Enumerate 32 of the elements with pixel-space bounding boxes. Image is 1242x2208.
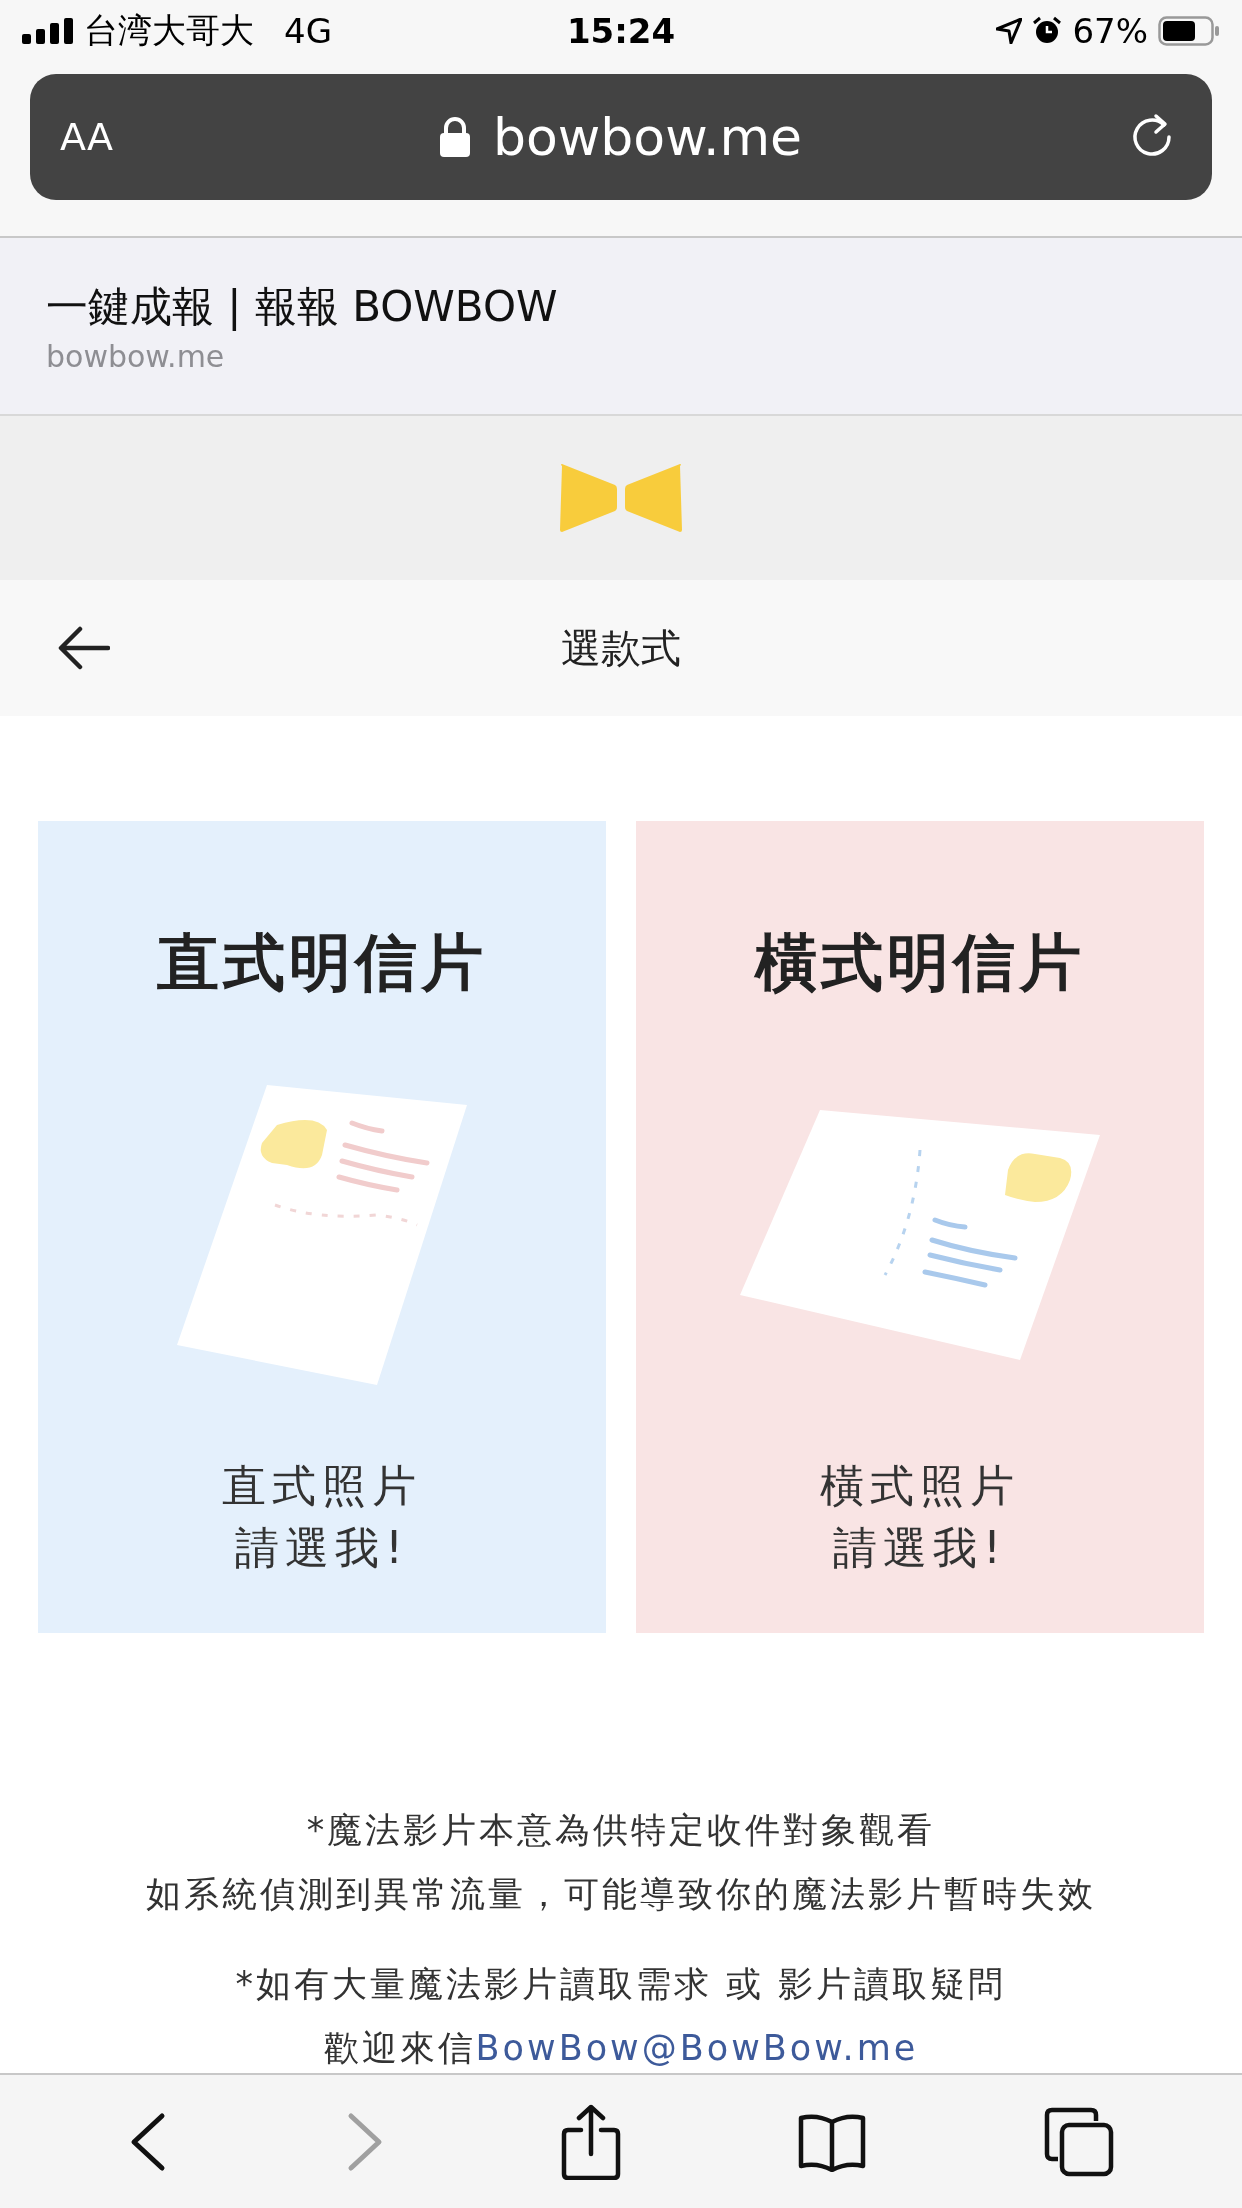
page-title: 一鍵成報 | 報報 BOWBOW [46,280,559,333]
lock-icon [438,116,471,158]
network-type: 4G [284,11,332,51]
address-bar[interactable]: AA bowbow.me [30,74,1212,200]
notice-text: 如系統偵測到異常流量，可能導致你的魔法影片暫時失效 [146,1873,1096,1916]
bowtie-logo-icon [559,463,683,533]
page-domain: bowbow.me [46,338,226,374]
share-icon[interactable] [560,2103,621,2180]
battery-percentage: 67% [1072,11,1148,51]
carrier-name: 台湾大哥大 [84,9,254,52]
book-icon[interactable] [797,2111,868,2172]
nav-title: 選款式 [561,623,681,673]
text-size-button[interactable]: AA [60,115,114,159]
card-caption: 請選我! [833,1521,1007,1575]
url-text: bowbow.me [492,107,803,167]
postcard-option-card[interactable]: 直式明信片 直式照片 請選我! [38,821,606,1633]
signal-icon [22,18,74,44]
location-icon [996,18,1023,44]
battery-icon [1158,16,1220,46]
email-link[interactable]: BowBow@BowBow.me [475,2028,919,2068]
notice-text: *魔法影片本意為供特定收件對象觀看 [306,1809,936,1852]
tabs-icon[interactable] [1043,2106,1114,2177]
card-title: 直式明信片 [157,925,487,1001]
card-caption: 直式照片 [222,1459,422,1513]
clock-time: 15:24 [566,11,676,51]
alarm-icon [1032,16,1063,46]
card-caption: 橫式照片 [820,1459,1020,1513]
back-arrow-icon[interactable] [58,626,110,670]
card-title: 橫式明信片 [755,925,1085,1001]
card-caption: 請選我! [235,1521,409,1575]
notice-text: *如有大量魔法影片讀取需求 或 影片讀取疑問 [235,1963,1007,2006]
postcard-option-card[interactable]: 橫式明信片 橫式照片 請選我! [636,821,1204,1633]
